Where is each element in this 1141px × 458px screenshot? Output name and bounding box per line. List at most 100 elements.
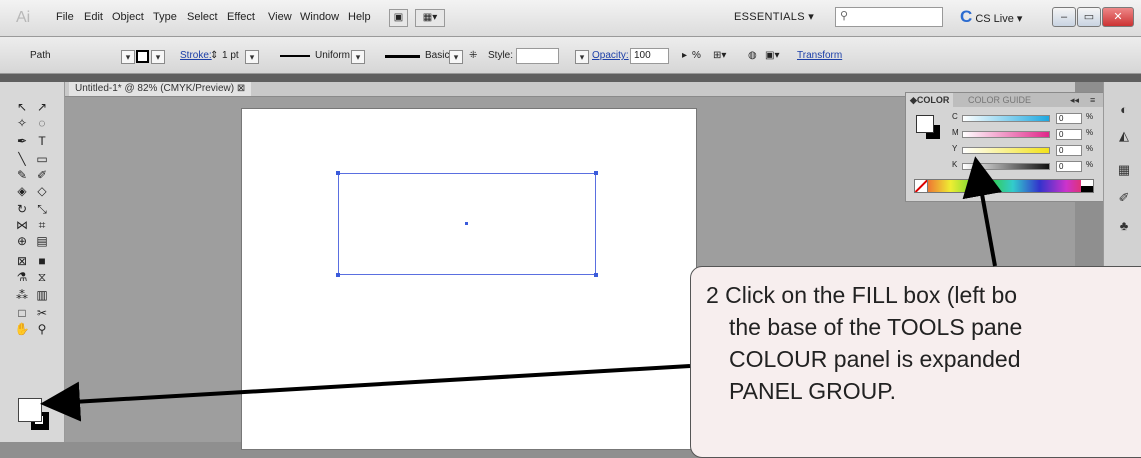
shape-builder-tool-icon[interactable]: ⊕ <box>14 234 30 248</box>
symbol-sprayer-tool-icon[interactable]: ⁂ <box>14 288 30 302</box>
anchor-point[interactable] <box>336 273 340 277</box>
selected-rectangle[interactable] <box>336 171 598 277</box>
menu-window[interactable]: Window <box>300 11 339 23</box>
menu-bar: Ai File Edit Object Type Select Effect V… <box>0 0 1141 37</box>
cyan-value[interactable]: 0 <box>1056 113 1082 124</box>
style-swatch[interactable] <box>516 48 559 64</box>
recolor-icon[interactable]: ◍ <box>748 50 757 61</box>
brush-label[interactable]: Basic <box>425 50 449 61</box>
line-tool-icon[interactable]: ╲ <box>14 152 30 166</box>
minimize-button[interactable]: – <box>1052 7 1076 27</box>
close-button[interactable]: ✕ <box>1102 7 1134 27</box>
width-tool-icon[interactable]: ⋈ <box>14 218 30 232</box>
menu-effect[interactable]: Effect <box>227 11 255 23</box>
eraser-tool-icon[interactable]: ◇ <box>34 184 50 198</box>
mesh-tool-icon[interactable]: ⊠ <box>14 254 30 268</box>
variable-width-line <box>280 55 310 57</box>
brushes-panel-icon[interactable]: ✐ <box>1116 190 1132 206</box>
free-transform-tool-icon[interactable]: ⌗ <box>34 218 50 232</box>
opacity-arrow-icon[interactable]: ▸ <box>682 50 687 61</box>
type-tool-icon[interactable]: T <box>34 134 50 148</box>
maximize-button[interactable]: ▭ <box>1077 7 1101 27</box>
menu-object[interactable]: Object <box>112 11 144 23</box>
arrange-documents-icon[interactable]: ▦▾ <box>415 9 445 27</box>
menu-select[interactable]: Select <box>187 11 218 23</box>
scale-tool-icon[interactable]: ⤡ <box>34 202 50 216</box>
opacity-label[interactable]: Opacity: <box>592 50 629 61</box>
gradient-tool-icon[interactable]: ■ <box>34 254 50 268</box>
anchor-point[interactable] <box>594 171 598 175</box>
color-panel-icon[interactable]: ◐ <box>1116 102 1132 118</box>
artboard[interactable] <box>241 108 697 450</box>
artboard-tool-icon[interactable]: □ <box>14 306 30 320</box>
perspective-grid-tool-icon[interactable]: ▤ <box>34 234 50 248</box>
callout-line: PANEL GROUP. <box>729 378 897 404</box>
collapse-panel-icon[interactable]: ◂◂ <box>1066 93 1083 107</box>
stroke-stepper-icon[interactable]: ⇕ <box>210 50 218 61</box>
align-icon[interactable]: ⊞▾ <box>713 50 726 61</box>
stroke-weight-dropdown[interactable]: ▾ <box>245 50 259 64</box>
hand-tool-icon[interactable]: ✋ <box>14 322 30 336</box>
cs-live-button[interactable]: C CS Live ▾ <box>960 7 1022 27</box>
fill-dropdown[interactable]: ▾ <box>121 50 135 64</box>
isolate-icon[interactable]: ▣▾ <box>765 50 779 61</box>
menu-help[interactable]: Help <box>348 11 371 23</box>
pencil-tool-icon[interactable]: ✐ <box>34 168 50 182</box>
lasso-tool-icon[interactable]: ◌ <box>34 116 50 130</box>
menu-file[interactable]: File <box>56 11 74 23</box>
yellow-value[interactable]: 0 <box>1056 145 1082 156</box>
profile-label[interactable]: Uniform <box>315 50 350 61</box>
zoom-tool-icon[interactable]: ⚲ <box>34 322 50 336</box>
stroke-weight[interactable]: 1 pt <box>222 50 239 61</box>
panel-fill-swatch[interactable] <box>916 115 934 133</box>
pen-tool-icon[interactable]: ✒ <box>14 134 30 148</box>
paintbrush-tool-icon[interactable]: ✎ <box>14 168 30 182</box>
selection-tool-icon[interactable]: ↖ <box>14 100 30 114</box>
workspace-switcher[interactable]: ESSENTIALS ▾ <box>734 10 814 23</box>
eyedropper-tool-icon[interactable]: ⚗ <box>14 270 30 284</box>
document-tab[interactable]: Untitled-1* @ 82% (CMYK/Preview) ⊠ <box>69 82 252 96</box>
symbols-panel-icon[interactable]: ♣ <box>1116 218 1132 234</box>
stroke-dropdown[interactable]: ▾ <box>151 50 165 64</box>
stroke-color-swatch[interactable] <box>136 50 149 63</box>
magenta-value[interactable]: 0 <box>1056 129 1082 140</box>
color-guide-panel-icon[interactable]: ◭ <box>1116 128 1132 144</box>
panel-menu-icon[interactable]: ≡ <box>1086 93 1099 107</box>
style-dropdown[interactable]: ▾ <box>575 50 589 64</box>
rectangle-tool-icon[interactable]: ▭ <box>34 152 50 166</box>
callout-line: 2 Click on the FILL box (left bo <box>706 282 1018 308</box>
stroke-label[interactable]: Stroke: <box>180 50 212 61</box>
magic-wand-tool-icon[interactable]: ✧ <box>14 116 30 130</box>
gear-icon[interactable]: ⁜ <box>469 50 477 61</box>
cyan-bar[interactable] <box>962 115 1050 122</box>
transform-link[interactable]: Transform <box>797 50 842 61</box>
anchor-point[interactable] <box>594 273 598 277</box>
tab-color[interactable]: ◆COLOR <box>906 93 954 107</box>
anchor-point[interactable] <box>336 171 340 175</box>
menu-type[interactable]: Type <box>153 11 177 23</box>
profile-dropdown[interactable]: ▾ <box>351 50 365 64</box>
black-swatch[interactable] <box>1081 186 1093 192</box>
color-spectrum[interactable] <box>914 179 1094 193</box>
swatches-panel-icon[interactable]: ▦ <box>1116 162 1132 178</box>
slice-tool-icon[interactable]: ✂ <box>34 306 50 320</box>
fill-box[interactable] <box>18 398 42 422</box>
blob-brush-tool-icon[interactable]: ◈ <box>14 184 30 198</box>
close-tab-icon[interactable]: ⊠ <box>237 83 245 94</box>
black-value[interactable]: 0 <box>1056 161 1082 172</box>
menu-view[interactable]: View <box>268 11 292 23</box>
brush-dropdown[interactable]: ▾ <box>449 50 463 64</box>
direct-selection-tool-icon[interactable]: ↗ <box>34 100 50 114</box>
search-input[interactable]: ⚲ <box>835 7 943 27</box>
magenta-bar[interactable] <box>962 131 1050 138</box>
none-swatch[interactable] <box>915 180 928 192</box>
bridge-icon[interactable]: ▣ <box>389 9 408 27</box>
black-bar[interactable] <box>962 163 1050 170</box>
blend-tool-icon[interactable]: ⧖ <box>34 270 50 284</box>
rotate-tool-icon[interactable]: ↻ <box>14 202 30 216</box>
column-graph-tool-icon[interactable]: ▥ <box>34 288 50 302</box>
tab-color-guide[interactable]: COLOR GUIDE <box>964 93 1035 107</box>
opacity-field[interactable]: 100 <box>630 48 669 64</box>
menu-edit[interactable]: Edit <box>84 11 103 23</box>
yellow-bar[interactable] <box>962 147 1050 154</box>
